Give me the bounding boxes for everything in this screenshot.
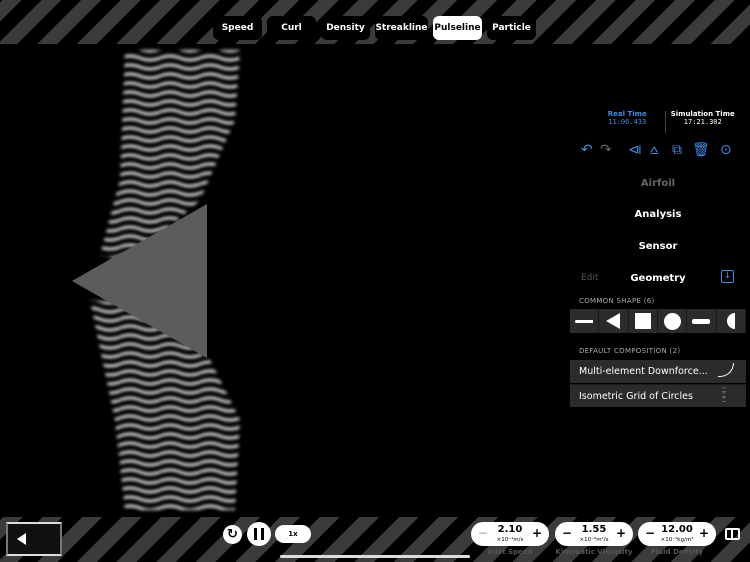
shape-flat-plate[interactable]: [687, 309, 717, 333]
common-shape-label: COMMON SHAPE (6): [579, 297, 655, 305]
shape-airfoil[interactable]: [570, 309, 600, 333]
sim-time-label: Simulation Time: [670, 110, 735, 118]
timeline-scrubber[interactable]: [6, 522, 62, 556]
flat-plate-icon: [692, 318, 711, 324]
playback-speed-button[interactable]: 1x: [275, 525, 311, 543]
sim-time-value: 17:21.302: [683, 118, 722, 126]
composition-item[interactable]: Multi-element Downforce...: [570, 360, 746, 383]
undo-icon[interactable]: ↶: [581, 142, 593, 158]
downforce-icon: [718, 363, 734, 377]
menu-analysis[interactable]: Analysis: [570, 209, 746, 220]
home-indicator: [280, 555, 470, 558]
grid-circles-icon: ⁚⁚ ⁚⁚ ⁚⁚: [722, 387, 726, 404]
triangle-icon: [606, 313, 621, 329]
more-icon[interactable]: ⊙: [720, 142, 732, 158]
edit-button[interactable]: Edit: [581, 273, 598, 283]
circle-icon: [663, 312, 681, 330]
reset-button[interactable]: ↻: [223, 525, 242, 544]
shape-triangle[interactable]: [599, 309, 629, 333]
tab-speed[interactable]: Speed: [213, 16, 262, 40]
mirror-icon[interactable]: ⧏: [628, 142, 642, 158]
view-tabs: Speed Curl Density Streakline Pulseline …: [213, 16, 536, 40]
viscosity-label: Kinematic Viscosity: [555, 548, 633, 556]
toolbar: ↶ ↷ ⧏ ⩟ ⧉ 🗑 ⊙: [578, 142, 744, 160]
menu-sensor[interactable]: Sensor: [570, 241, 746, 252]
increment-button[interactable]: +: [699, 526, 709, 540]
duplicate-icon[interactable]: ⧉: [672, 142, 682, 158]
composition-label: Isometric Grid of Circles: [579, 390, 693, 402]
back-icon: [17, 533, 26, 545]
tab-curl[interactable]: Curl: [267, 16, 316, 40]
tab-density[interactable]: Density: [321, 16, 370, 40]
tab-pulseline[interactable]: Pulseline: [433, 16, 482, 40]
viscosity-stepper: − 1.55 ×10⁻⁵m²/s +: [555, 522, 633, 546]
pause-icon: [254, 528, 264, 540]
shape-picker: [570, 309, 746, 333]
align-icon[interactable]: ⩟: [650, 142, 659, 158]
tab-particle[interactable]: Particle: [487, 16, 536, 40]
pause-button[interactable]: [247, 522, 271, 546]
inlet-speed-label: Inlet Speed: [487, 548, 533, 556]
shape-square[interactable]: [629, 309, 658, 333]
inlet-speed-stepper: − 2.10 ×10⁻¹m/s +: [471, 522, 549, 546]
shape-circle[interactable]: [658, 309, 688, 333]
redo-icon[interactable]: ↷: [600, 142, 612, 158]
import-icon[interactable]: ↓: [721, 270, 734, 283]
increment-button[interactable]: +: [532, 526, 542, 540]
trash-icon[interactable]: 🗑: [692, 142, 710, 158]
tab-streakline[interactable]: Streakline: [375, 16, 428, 40]
default-composition-label: DEFAULT COMPOSITION (2): [579, 347, 681, 355]
half-circle-icon: [726, 313, 735, 329]
composition-label: Multi-element Downforce...: [579, 366, 708, 377]
simulation-canvas[interactable]: [0, 44, 560, 517]
square-icon: [634, 313, 651, 329]
sidebar-toggle-icon[interactable]: [725, 528, 740, 540]
composition-item[interactable]: Isometric Grid of Circles ⁚⁚ ⁚⁚ ⁚⁚: [570, 384, 746, 407]
shape-half-circle[interactable]: [717, 309, 746, 333]
menu-airfoil[interactable]: Airfoil: [570, 178, 746, 189]
airfoil-icon: [575, 319, 594, 323]
real-time-label: Real Time: [607, 110, 647, 118]
density-label: Fluid Density: [650, 548, 704, 556]
density-stepper: − 12.00 ×10⁻¹kg/m³ +: [638, 522, 716, 546]
real-time-value: 11:06.433: [608, 118, 647, 126]
time-display: Real Time 11:06.433 Simulation Time 17:21.…: [590, 110, 740, 133]
increment-button[interactable]: +: [616, 526, 626, 540]
